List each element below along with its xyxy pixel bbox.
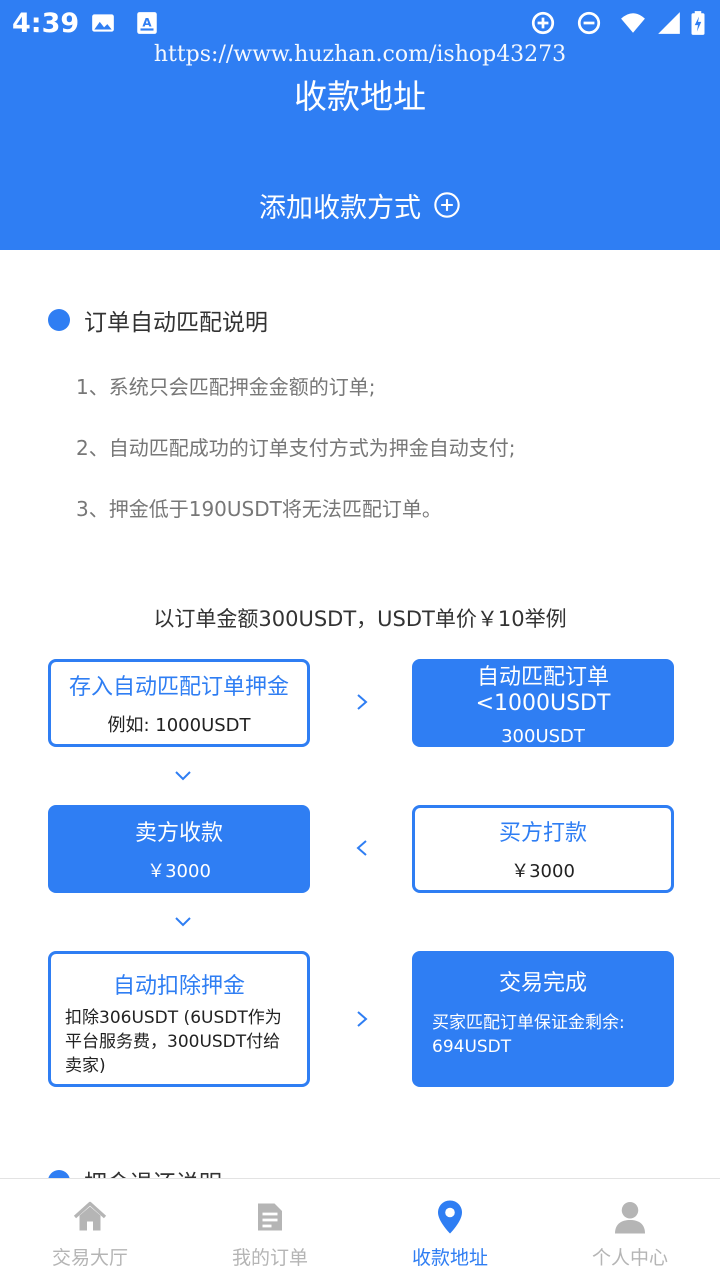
rule-item: 2、自动匹配成功的订单支付方式为押金自动支付; <box>76 436 516 460</box>
font-a-icon: A <box>137 12 157 34</box>
nav-label: 收款地址 <box>411 1247 488 1269</box>
step-sub: 300USDT <box>501 726 585 747</box>
step-desc: 扣除306USDT (6USDT作为平台服务费，300USDT付给卖家) <box>65 1008 282 1076</box>
do-not-disturb-icon <box>577 11 601 35</box>
home-icon <box>73 1201 107 1231</box>
nav-label: 我的订单 <box>231 1247 308 1269</box>
watermark-url: https://www.huzhan.com/ishop43273 <box>153 42 567 67</box>
add-payment-method-label: 添加收款方式 <box>259 192 421 224</box>
step-seller-receive: 卖方收款 ￥3000 <box>48 805 310 893</box>
document-icon <box>258 1203 282 1231</box>
bullet-dot <box>48 309 70 331</box>
add-circle-icon <box>434 192 460 218</box>
chevron-right-icon <box>357 1011 368 1027</box>
location-pin-icon <box>438 1200 462 1234</box>
svg-text:A: A <box>142 15 152 29</box>
section-title-auto-match: 订单自动匹配说明 <box>48 303 268 337</box>
status-time: 4:39 <box>12 8 80 39</box>
section-title-text: 订单自动匹配说明 <box>84 310 268 336</box>
example-title: 以订单金额300USDT，USDT单价￥10举例 <box>153 607 567 631</box>
nav-item-trading-hall[interactable]: 交易大厅 <box>0 1179 180 1280</box>
chevron-down-icon <box>175 917 191 927</box>
nav-item-my-orders[interactable]: 我的订单 <box>180 1179 360 1280</box>
step-deduct-deposit: 自动扣除押金 扣除306USDT (6USDT作为平台服务费，300USDT付给… <box>48 951 310 1087</box>
step-trade-complete: 交易完成 买家匹配订单保证金剩余: 694USDT <box>412 951 674 1087</box>
signal-icon <box>658 12 680 34</box>
nav-label: 交易大厅 <box>51 1247 128 1269</box>
step-title: 交易完成 <box>498 971 587 996</box>
step-desc: 买家匹配订单保证金剩余: 694USDT <box>432 1013 625 1057</box>
nav-label: 个人中心 <box>591 1247 668 1269</box>
step-title: 自动扣除押金 <box>112 974 245 999</box>
page-title: 收款地址 <box>294 77 426 116</box>
wifi-icon <box>621 13 645 33</box>
step-title: 存入自动匹配订单押金 <box>68 675 289 700</box>
chevron-left-icon <box>356 840 367 856</box>
step-sub: ￥3000 <box>511 861 575 882</box>
step-deposit: 存入自动匹配订单押金 例如: 1000USDT <box>48 659 310 747</box>
nav-item-profile[interactable]: 个人中心 <box>540 1179 720 1280</box>
chevron-right-icon <box>357 694 368 710</box>
user-icon <box>615 1202 645 1234</box>
nav-item-payment-address[interactable]: 收款地址 <box>360 1179 540 1280</box>
add-payment-method-button[interactable]: 添加收款方式 <box>0 183 720 227</box>
step-sub: ￥3000 <box>147 861 211 882</box>
step-auto-match: 自动匹配订单 <1000USDT 300USDT <box>412 659 674 747</box>
chevron-down-icon <box>175 771 191 781</box>
step-title: 自动匹配订单 <1000USDT <box>475 665 611 716</box>
header-banner: 4:39 A https://www.huzhan.com/ishop43273… <box>0 0 720 250</box>
step-buyer-pay: 买方打款 ￥3000 <box>412 805 674 893</box>
data-saver-icon <box>531 11 555 35</box>
bottom-navigation: 交易大厅 我的订单 收款地址 个人中心 <box>0 1178 720 1280</box>
step-title: 卖方收款 <box>134 821 223 846</box>
step-title: 买方打款 <box>498 821 587 846</box>
rule-item: 1、系统只会匹配押金金额的订单; <box>76 375 376 399</box>
image-icon <box>92 14 114 32</box>
rule-item: 3、押金低于190USDT将无法匹配订单。 <box>76 497 442 521</box>
step-sub: 例如: 1000USDT <box>107 715 251 736</box>
battery-icon <box>691 11 705 35</box>
